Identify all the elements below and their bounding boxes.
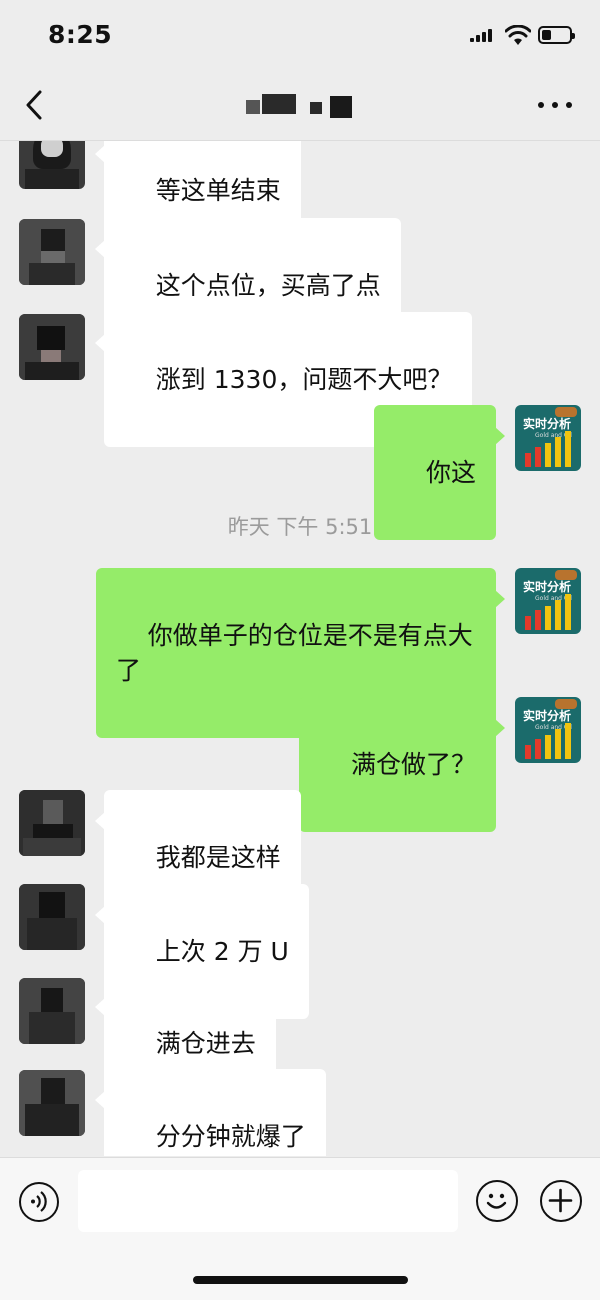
message-list[interactable]: 等这单结束 这个点位，买高了点 涨到 1330，问题不大吧？ 你这 实时分析 G…: [0, 141, 600, 1156]
battery-icon: [538, 26, 575, 44]
message-text: 上次 2 万 U: [155, 937, 289, 966]
contact-avatar[interactable]: [19, 141, 85, 189]
avatar-label: 实时分析: [523, 709, 572, 723]
message-text: 涨到 1330，问题不大吧？: [155, 365, 453, 394]
contact-avatar[interactable]: [19, 1070, 85, 1136]
contact-avatar[interactable]: [19, 219, 85, 285]
status-time: 8:25: [48, 20, 113, 49]
message-text: 满仓做了？: [350, 750, 476, 779]
contact-avatar[interactable]: [19, 978, 85, 1044]
timestamp: 昨天 下午 5:51: [227, 515, 373, 539]
message-text: 这个点位，买高了点: [155, 271, 381, 300]
message-text: 分分钟就爆了: [155, 1122, 306, 1151]
message-bubble-sent[interactable]: 满仓做了？: [299, 697, 505, 832]
avatar-label: 实时分析: [523, 417, 572, 431]
more-dots-icon[interactable]: [538, 102, 572, 110]
plus-icon[interactable]: [540, 1180, 582, 1222]
contact-avatar[interactable]: [19, 314, 85, 380]
contact-avatar[interactable]: [19, 884, 85, 950]
chat-title-blurred: [246, 94, 356, 118]
message-text: 你做单子的仓位是不是有点大 了: [116, 621, 473, 685]
message-input[interactable]: [78, 1170, 458, 1232]
message-bubble-received[interactable]: 分分钟就爆了: [95, 1069, 326, 1156]
message-text: 你这: [425, 458, 476, 487]
message-text: 满仓进去: [155, 1029, 256, 1058]
voice-icon[interactable]: [19, 1182, 59, 1222]
emoji-icon[interactable]: [476, 1180, 518, 1222]
home-indicator[interactable]: [193, 1276, 408, 1284]
cellular-signal-icon: [470, 28, 496, 46]
my-avatar[interactable]: 实时分析 Gold and Oil: [515, 568, 581, 634]
wifi-icon: [505, 25, 531, 45]
avatar-label: 实时分析: [523, 580, 572, 594]
back-chevron-icon[interactable]: [20, 88, 50, 122]
my-avatar[interactable]: 实时分析 Gold and Oil: [515, 697, 581, 763]
status-bar: 8:25: [0, 0, 600, 70]
chat-header: [0, 70, 600, 141]
message-text: 我都是这样: [155, 843, 281, 872]
contact-avatar[interactable]: [19, 790, 85, 856]
my-avatar[interactable]: 实时分析 Gold and Oil: [515, 405, 581, 471]
message-text: 等这单结束: [155, 176, 281, 205]
